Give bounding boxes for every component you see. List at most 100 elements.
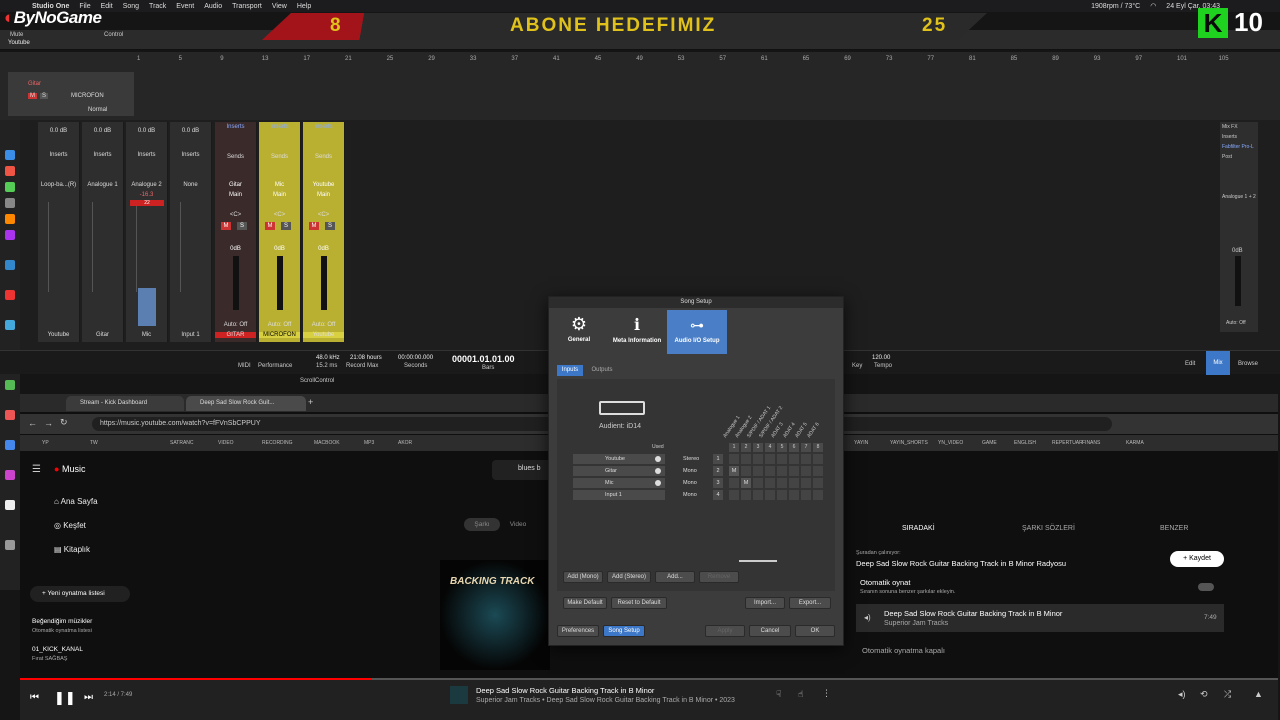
strip-inserts[interactable]: Inserts [126, 152, 167, 158]
strip-fader[interactable] [233, 256, 239, 310]
dislike-icon[interactable]: ☟ [776, 689, 781, 700]
io-matrix-cell[interactable] [765, 454, 775, 464]
preferences-button[interactable]: Preferences [557, 625, 599, 637]
pause-icon[interactable]: ❚❚ [54, 690, 76, 706]
strip-route[interactable]: Main [259, 192, 300, 198]
expand-icon[interactable]: ▲ [1254, 689, 1263, 699]
strip-volume[interactable]: 0.0 dB [82, 128, 123, 134]
nav-explore[interactable]: ◎ Keşfet [54, 521, 86, 530]
add-button[interactable]: Add... [655, 571, 695, 583]
strip-inserts[interactable]: Inserts [303, 124, 344, 130]
strip-input[interactable]: Analogue 2 [126, 182, 167, 188]
remove-button[interactable]: Remove [699, 571, 739, 583]
menu-event[interactable]: Event [176, 3, 194, 10]
strip-sends[interactable]: Sends [259, 154, 300, 160]
app-icon[interactable] [5, 166, 15, 176]
menu-song[interactable]: Song [123, 3, 139, 10]
shuffle-icon[interactable]: ⤮ [1224, 689, 1231, 700]
io-matrix-cell[interactable] [813, 466, 823, 476]
io-row-name[interactable]: Gitar [605, 468, 617, 474]
strip-inserts[interactable]: Inserts [170, 152, 211, 158]
io-matrix-cell[interactable] [753, 478, 763, 488]
matrix-scrollbar[interactable] [729, 559, 819, 563]
io-matrix-cell[interactable] [741, 466, 751, 476]
io-matrix-cell[interactable] [741, 454, 751, 464]
save-button[interactable]: + Kaydet [1170, 551, 1224, 567]
like-icon[interactable]: ☝ [798, 689, 803, 700]
io-matrix-cell[interactable] [753, 466, 763, 476]
io-matrix-cell[interactable] [801, 478, 811, 488]
trash-icon[interactable] [5, 540, 15, 550]
menu-track[interactable]: Track [149, 3, 166, 10]
bookmark[interactable]: YN_VIDEO [938, 440, 963, 446]
strip-input[interactable]: Analogue 1 [82, 182, 123, 188]
song-toggle[interactable]: Şarkı [464, 518, 500, 531]
io-row[interactable]: Input 1 Mono 4 [573, 490, 823, 501]
reload-icon[interactable]: ↻ [60, 417, 68, 428]
plugin-slot[interactable]: Fabfilter Pro-L [1222, 144, 1254, 150]
tab-general[interactable]: ⚙ General [553, 310, 605, 354]
strip-auto[interactable]: Auto: Off [215, 322, 256, 328]
io-row-type[interactable]: Mono [683, 480, 697, 486]
tab-audio-io[interactable]: ⊶ Audio I/O Setup [667, 310, 727, 354]
ytm-logo[interactable]: ● Music [54, 464, 85, 474]
app-icon[interactable] [5, 214, 15, 224]
menu-transport[interactable]: Transport [232, 3, 262, 10]
io-matrix-cell[interactable] [777, 466, 787, 476]
tab-up-next[interactable]: SIRADAKİ [902, 525, 935, 532]
io-matrix-cell[interactable] [765, 478, 775, 488]
main-auto[interactable]: Auto: Off [1226, 320, 1246, 326]
cancel-button[interactable]: Cancel [749, 625, 791, 637]
mix-button[interactable]: Mix [1206, 351, 1230, 375]
video-toggle[interactable]: Video [500, 518, 536, 531]
io-matrix-cell[interactable] [789, 454, 799, 464]
inserts-label[interactable]: Inserts [1222, 134, 1237, 140]
bookmark[interactable]: SATRANC [170, 440, 194, 446]
next-icon[interactable]: ⏭ [84, 692, 93, 703]
io-matrix-cell[interactable] [777, 478, 787, 488]
io-row-type[interactable]: Stereo [683, 456, 699, 462]
tab-youtube-music[interactable]: Deep Sad Slow Rock Guit... [186, 396, 306, 411]
io-row[interactable]: Gitar Mono 2 M [573, 466, 823, 477]
strip-mute-button[interactable]: M [309, 222, 319, 230]
io-row-name[interactable]: Mic [605, 480, 614, 486]
bookmark[interactable]: YP [42, 440, 49, 446]
app-icon[interactable] [5, 410, 15, 420]
forward-icon[interactable]: → [44, 418, 53, 428]
io-matrix-cell[interactable] [801, 454, 811, 464]
strip-pan[interactable]: <C> [215, 212, 256, 218]
strip-fader[interactable] [277, 256, 283, 310]
io-row-type[interactable]: Mono [683, 468, 697, 474]
io-matrix-cell[interactable] [789, 490, 799, 500]
io-row-name[interactable]: Youtube [605, 456, 625, 462]
io-row-name[interactable]: Input 1 [605, 492, 622, 498]
make-default-button[interactable]: Make Default [563, 597, 607, 609]
strip-route[interactable]: Main [215, 192, 256, 198]
io-row-type[interactable]: Mono [683, 492, 697, 498]
subtab-outputs[interactable]: Outputs [587, 365, 617, 376]
more-icon[interactable]: ⋮ [822, 688, 831, 699]
strip-sends[interactable]: Sends [303, 154, 344, 160]
strip-pan[interactable]: <C> [303, 212, 344, 218]
track-solo-button[interactable]: S [40, 92, 49, 99]
io-matrix-cell[interactable] [777, 454, 787, 464]
bookmark[interactable]: VIDEO [218, 440, 234, 446]
io-matrix-cell[interactable] [801, 466, 811, 476]
nav-home[interactable]: ⌂ Ana Sayfa [54, 497, 98, 506]
app-icon[interactable] [5, 440, 15, 450]
app-icon[interactable] [5, 230, 15, 240]
bars-display[interactable]: 00001.01.01.00 [452, 354, 515, 364]
io-matrix-cell[interactable] [801, 490, 811, 500]
autoplay-toggle[interactable] [1198, 583, 1214, 591]
playlist-liked[interactable]: Beğendiğim müzikler [32, 618, 92, 625]
bookmark[interactable]: FINANS [1082, 440, 1100, 446]
queue-item[interactable]: ◂) Deep Sad Slow Rock Guitar Backing Tra… [856, 604, 1224, 632]
strip-solo-button[interactable]: S [281, 222, 291, 230]
bookmark[interactable]: REPERTUAR [1052, 440, 1083, 446]
app-icon[interactable] [5, 290, 15, 300]
browse-button[interactable]: Browse [1238, 361, 1258, 367]
new-tab-button[interactable]: + [308, 397, 313, 407]
io-matrix-cell[interactable] [741, 490, 751, 500]
track-mode[interactable]: Normal [88, 104, 107, 115]
edit-button[interactable]: Edit [1185, 361, 1195, 367]
